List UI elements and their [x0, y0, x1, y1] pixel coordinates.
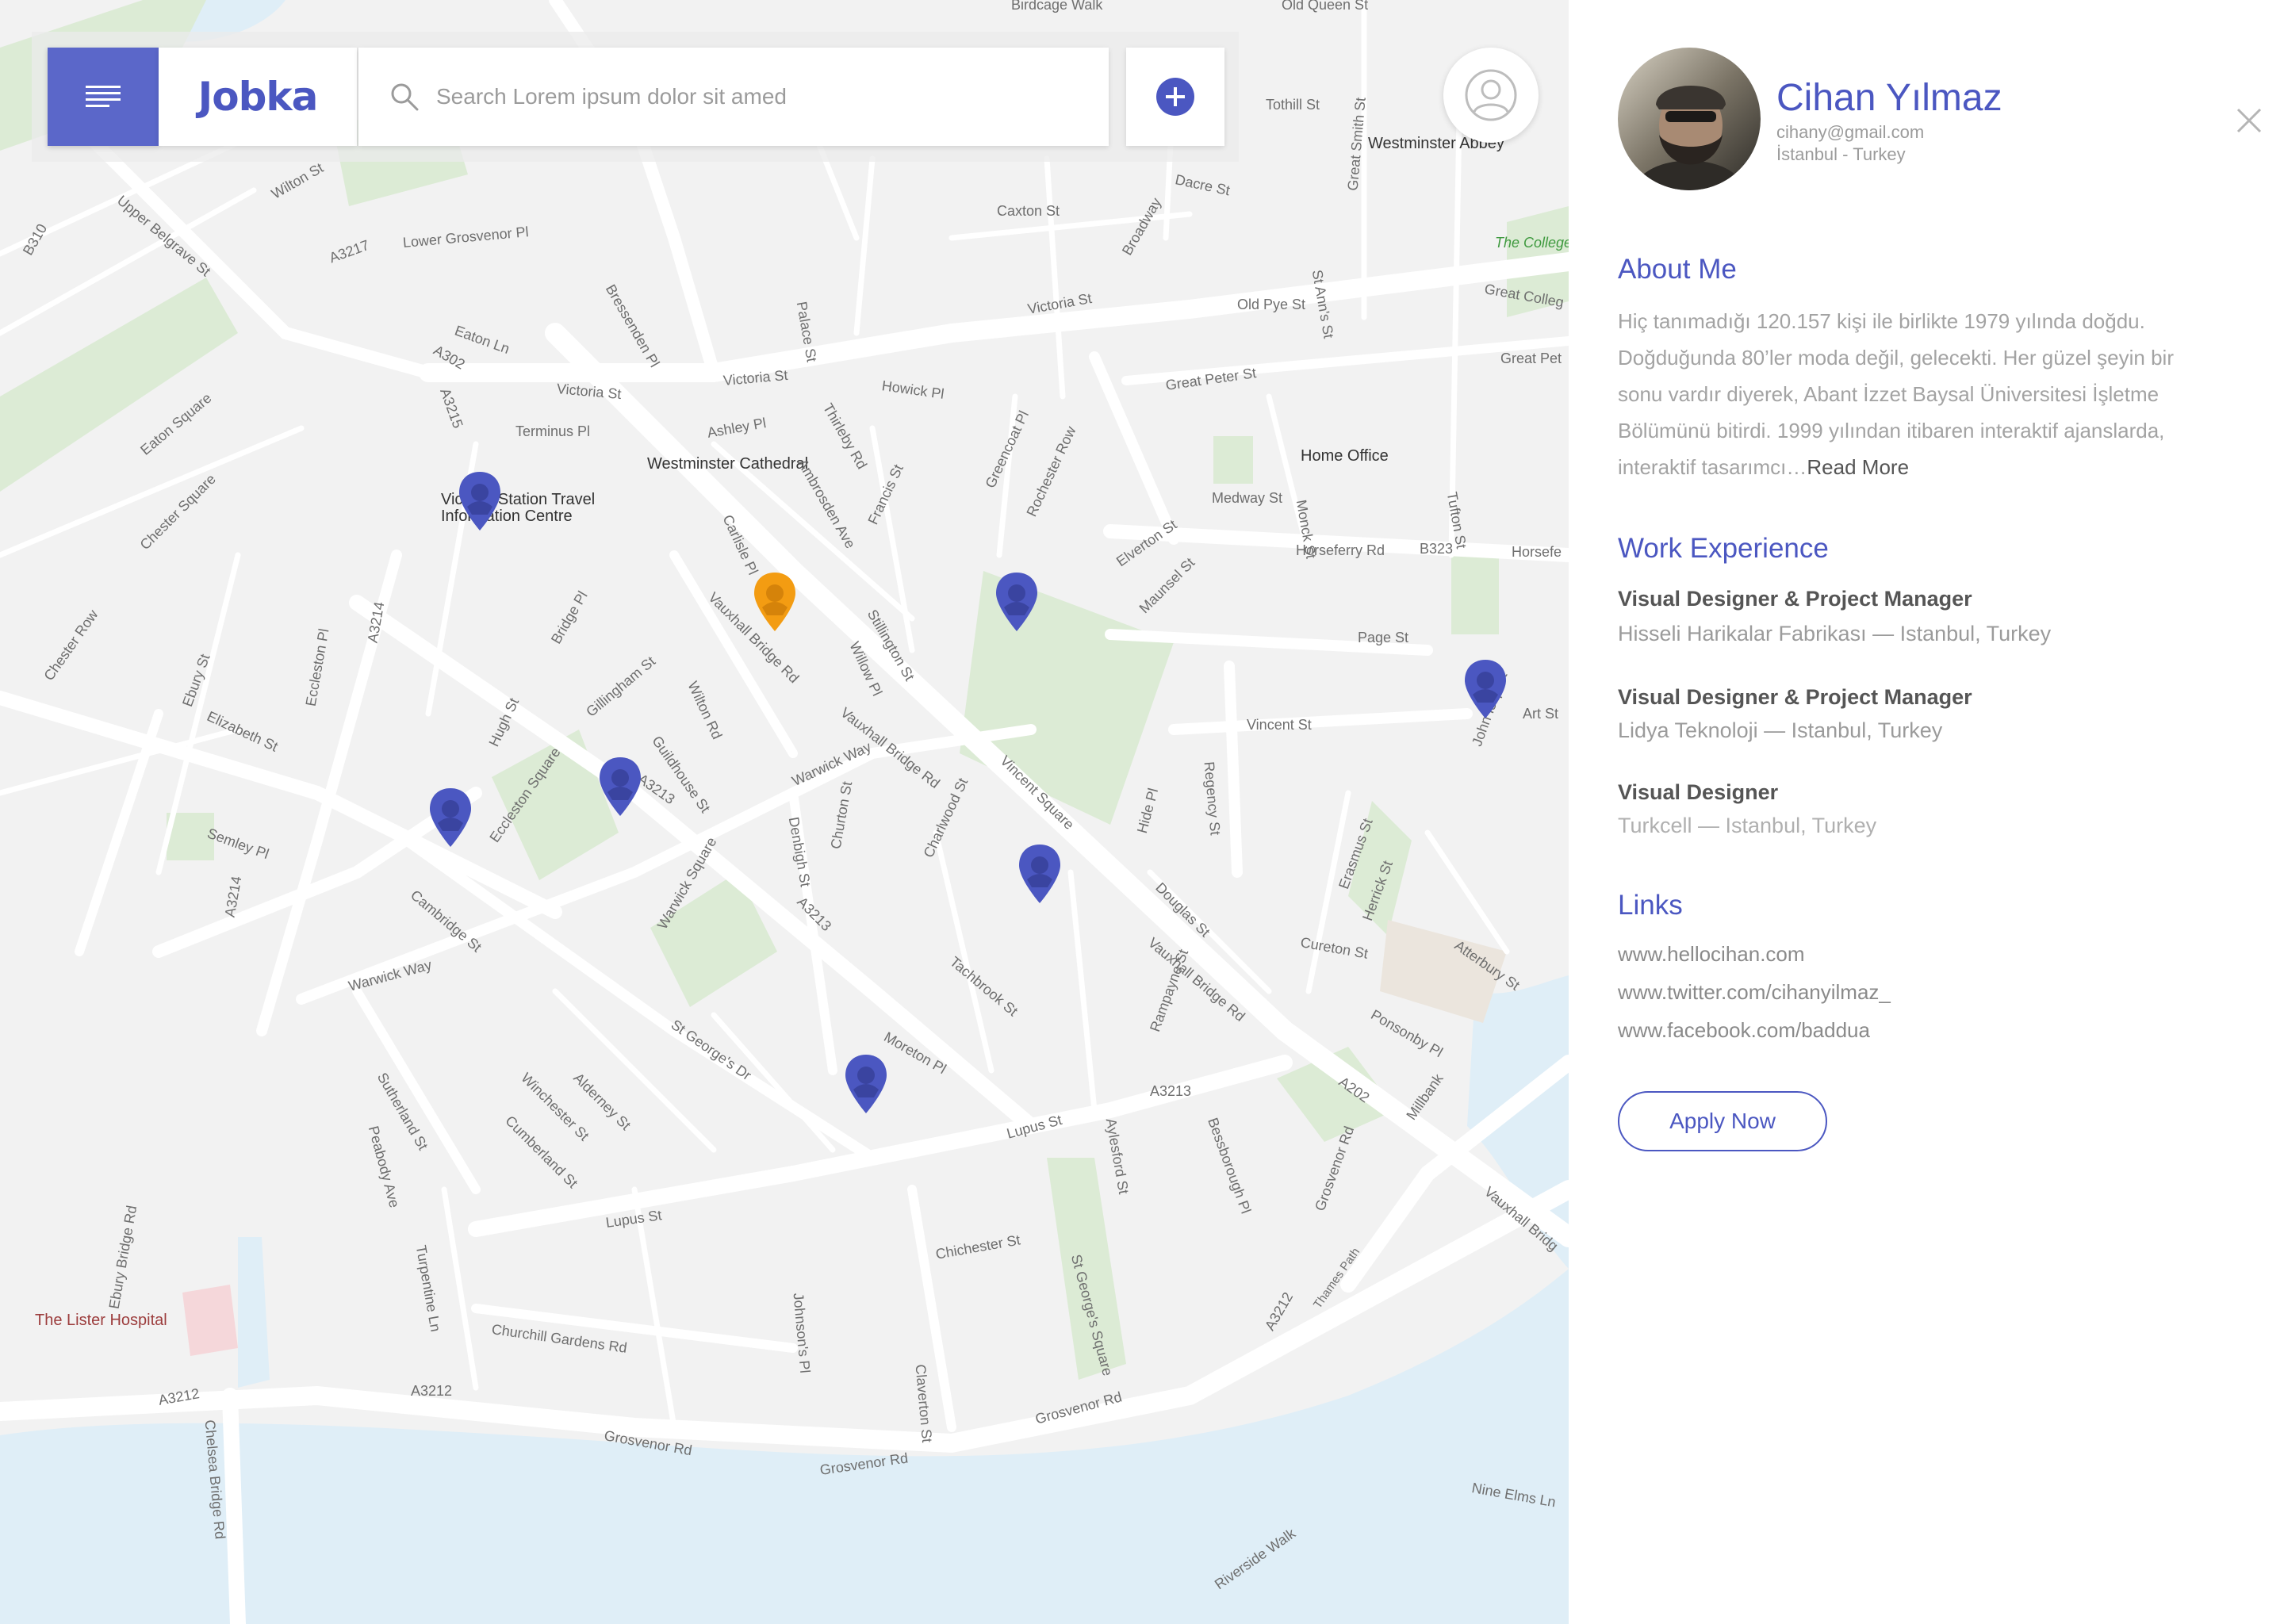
map-label: Great Pet: [1500, 350, 1562, 366]
location-pin-icon[interactable]: [1460, 657, 1511, 722]
street-l: [1448, 116, 1462, 558]
section-title-work: Work Experience: [1618, 533, 1829, 564]
job-title: Visual Designer & Project Manager: [1618, 587, 1972, 611]
location-pin-icon[interactable]: [595, 754, 646, 819]
map-label: Terminus Pl: [515, 423, 591, 439]
about-text: Hiç tanımadığı 120.157 kişi ile birlikte…: [1618, 303, 2221, 485]
job-company: Lidya Teknoloji — Istanbul, Turkey: [1618, 718, 1943, 742]
map-label: A3213: [1150, 1083, 1192, 1099]
menu-button[interactable]: [48, 48, 159, 146]
map-label-poi: Westminster Cathedral: [647, 455, 809, 473]
map-label-poi: Home Office: [1301, 447, 1389, 465]
street-x: [853, 155, 876, 336]
map-label: Art St: [1523, 706, 1559, 722]
map-label: Vincent St: [1247, 717, 1312, 733]
job-title: Visual Designer: [1618, 780, 1779, 804]
apply-now-button[interactable]: Apply Now: [1618, 1091, 1827, 1151]
map-label: A3212: [411, 1383, 453, 1399]
road-regency-st: [1224, 661, 1243, 878]
section-title-about: About Me: [1618, 254, 1737, 285]
profile-name: Cihan Yılmaz: [1776, 77, 2002, 119]
map-base: [0, 0, 1569, 1624]
street-j: [1044, 155, 1066, 400]
job-company: Turkcell — Istanbul, Turkey: [1618, 814, 1877, 837]
park-tufton: [1451, 555, 1499, 634]
logo-container[interactable]: Jobka: [159, 48, 357, 146]
section-title-links: Links: [1618, 890, 1683, 921]
job-title: Visual Designer & Project Manager: [1618, 685, 1972, 709]
profile-email: cihany@gmail.com: [1776, 122, 1925, 142]
park-medway: [1213, 436, 1253, 484]
park-eaton: [0, 278, 238, 492]
street-o: [1067, 869, 1098, 1113]
road-chelsea-bridge: [222, 1388, 246, 1624]
map-label-park: The College Garden: [1495, 235, 1569, 251]
map[interactable]: Birdcage Walk Old Queen St Tothill St We…: [0, 0, 1569, 1624]
close-icon[interactable]: [2233, 105, 2265, 136]
link-website[interactable]: www.hellocihan.com: [1618, 942, 1805, 967]
location-pin-icon[interactable]: [454, 469, 505, 534]
search-bar[interactable]: [358, 48, 1109, 146]
hospital-area: [182, 1285, 238, 1356]
road-ebury-st: [75, 709, 163, 956]
map-label-hospital: The Lister Hospital: [35, 1312, 167, 1329]
map-label: Old Pye St: [1237, 297, 1306, 312]
map-label: Birdcage Walk: [1011, 0, 1103, 13]
street-u: [441, 1186, 479, 1391]
search-input[interactable]: [435, 83, 1040, 110]
add-button[interactable]: [1126, 48, 1224, 146]
user-icon: [1465, 69, 1517, 121]
map-label: Horsefe: [1512, 544, 1562, 560]
location-pin-icon[interactable]: [991, 569, 1042, 634]
profile-location: İstanbul - Turkey: [1776, 144, 1906, 164]
plus-circle-icon: [1156, 78, 1194, 116]
link-facebook[interactable]: www.facebook.com/baddua: [1618, 1018, 1870, 1043]
river-channel: [238, 1237, 270, 1388]
location-pin-icon[interactable]: [425, 785, 476, 850]
user-avatar-button[interactable]: [1443, 48, 1539, 143]
street-n: [933, 829, 994, 1074]
map-label: Tothill St: [1266, 97, 1320, 113]
about-body: Hiç tanımadığı 120.157 kişi ile birlikte…: [1618, 309, 2174, 479]
street-p: [711, 1012, 836, 1153]
location-pin-icon[interactable]: [841, 1051, 891, 1116]
map-label: Page St: [1358, 630, 1409, 645]
map-label: Caxton St: [997, 203, 1060, 219]
location-pin-icon[interactable]: [1014, 841, 1065, 906]
map-label: B323: [1420, 541, 1454, 557]
map-label: Medway St: [1212, 490, 1283, 506]
menu-icon: [86, 86, 121, 107]
location-pin-icon-selected[interactable]: [749, 569, 800, 634]
profile-panel: Cihan Yılmaz cihany@gmail.com İstanbul -…: [1569, 0, 2284, 1624]
map-label: Old Queen St: [1282, 0, 1369, 13]
road-vincent-st: [1168, 708, 1473, 735]
avatar: [1618, 48, 1761, 190]
read-more-link[interactable]: Read More: [1807, 455, 1909, 479]
app-logo: Jobka: [197, 74, 319, 120]
search-icon: [391, 83, 419, 111]
link-twitter[interactable]: www.twitter.com/cihanyilmaz_: [1618, 980, 1891, 1005]
street-s: [1305, 790, 1351, 994]
job-company: Hisseli Harikalar Fabrikası — Istanbul, …: [1618, 622, 2052, 645]
